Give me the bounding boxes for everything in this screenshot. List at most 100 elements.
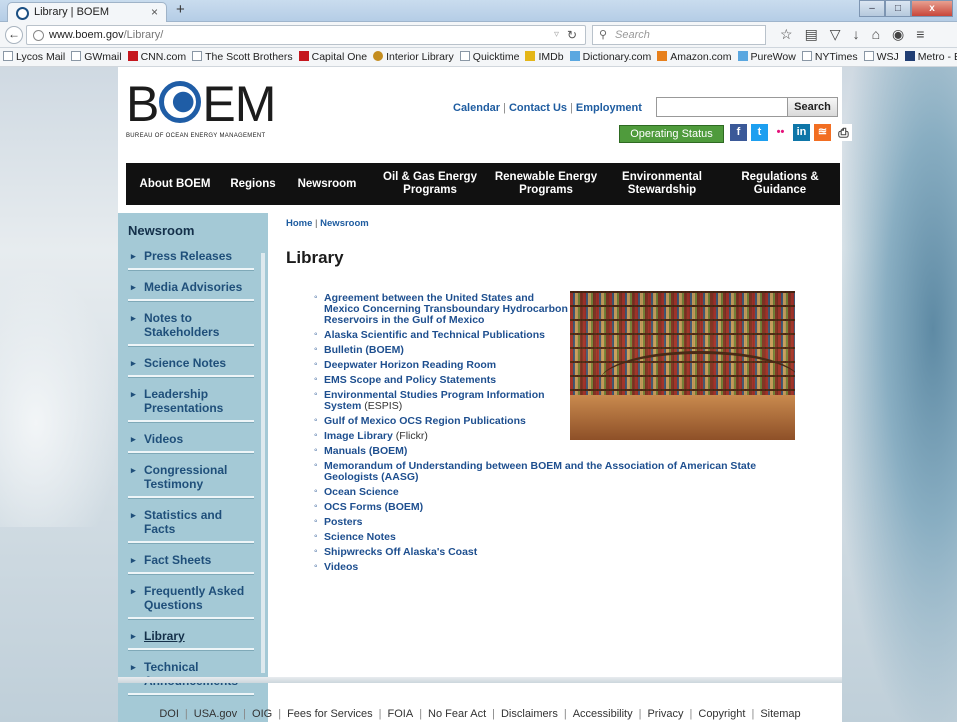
- print-icon[interactable]: ⎙: [835, 124, 852, 141]
- library-link[interactable]: Science Notes: [314, 531, 809, 543]
- reload-icon[interactable]: ↻: [567, 28, 577, 42]
- nav-renewable[interactable]: Renewable Energy Programs: [488, 163, 604, 205]
- bookmark-item[interactable]: Interior Library: [373, 51, 454, 63]
- bookmark-item[interactable]: Metro - Bus - Better Bus: [904, 51, 957, 63]
- facebook-icon[interactable]: f: [730, 124, 747, 141]
- bookmark-item[interactable]: NYTimes: [801, 51, 858, 63]
- library-link-text: OCS Forms (BOEM): [324, 501, 424, 513]
- bookmark-item[interactable]: Dictionary.com: [569, 51, 651, 63]
- bookmark-item[interactable]: Lycos Mail: [3, 51, 65, 63]
- bookmark-item[interactable]: IMDb: [525, 51, 564, 63]
- home-icon[interactable]: ⌂: [872, 26, 880, 43]
- download-icon[interactable]: ↓: [853, 26, 860, 43]
- sidebar-item-notes-to-stakeholders[interactable]: Notes to Stakeholders: [128, 305, 254, 346]
- rss-icon[interactable]: ≊: [814, 124, 831, 141]
- browser-tab[interactable]: Library | BOEM ×: [7, 2, 167, 23]
- tab-close-icon[interactable]: ×: [151, 5, 158, 19]
- nav-regulations[interactable]: Regulations & Guidance: [720, 163, 840, 205]
- site-search-input[interactable]: [656, 97, 788, 117]
- sidebar-item-technical-announcements[interactable]: Technical Announcements: [128, 654, 254, 695]
- bookmark-item[interactable]: Capital One: [298, 51, 367, 63]
- footer-link[interactable]: Disclaimers: [501, 708, 558, 720]
- flickr-icon[interactable]: ••: [772, 124, 789, 141]
- sidebar-item-leadership-presentations[interactable]: Leadership Presentations: [128, 381, 254, 422]
- cnn-icon: [127, 51, 138, 61]
- footer-link[interactable]: Copyright: [698, 708, 745, 720]
- footer-link[interactable]: DOI: [159, 708, 179, 720]
- footer-link[interactable]: Sitemap: [760, 708, 800, 720]
- back-arrow-icon[interactable]: ←: [5, 26, 23, 44]
- boem-logo[interactable]: B EM Bureau of Ocean Energy Management: [126, 79, 296, 139]
- pocket-icon[interactable]: ▽: [830, 26, 841, 43]
- bookmark-item[interactable]: GWmail: [71, 51, 122, 63]
- library-link[interactable]: Agreement between the United States and …: [314, 292, 572, 326]
- dropdown-arrow-icon[interactable]: ▿: [554, 29, 559, 40]
- new-tab-button[interactable]: +: [176, 1, 185, 18]
- footer-link[interactable]: Privacy: [647, 708, 683, 720]
- library-link[interactable]: OCS Forms (BOEM): [314, 501, 809, 513]
- sidebar-item-videos[interactable]: Videos: [128, 426, 254, 453]
- library-link[interactable]: Manuals (BOEM): [314, 445, 809, 457]
- library-link[interactable]: Memorandum of Understanding between BOEM…: [314, 460, 809, 483]
- chat-icon[interactable]: ◉: [892, 26, 904, 43]
- library-link[interactable]: Alaska Scientific and Technical Publicat…: [314, 329, 572, 341]
- breadcrumb-home[interactable]: Home: [286, 218, 312, 229]
- contact-us-link[interactable]: Contact Us: [509, 102, 567, 114]
- address-bar[interactable]: www.boem.gov/Library/ ▿ ↻: [26, 25, 586, 45]
- footer-link[interactable]: Accessibility: [573, 708, 633, 720]
- footer-link[interactable]: Fees for Services: [287, 708, 373, 720]
- sidebar-item-frequently-asked-questions[interactable]: Frequently Asked Questions: [128, 578, 254, 619]
- library-link[interactable]: Environmental Studies Program Informatio…: [314, 389, 572, 412]
- bookmark-item[interactable]: WSJ: [863, 51, 899, 63]
- browser-search-input[interactable]: ⚲ Search: [592, 25, 766, 45]
- site-search-button[interactable]: Search: [788, 97, 838, 117]
- operating-status-button[interactable]: Operating Status: [619, 125, 724, 143]
- nav-about-boem[interactable]: About BOEM: [126, 163, 224, 205]
- library-link[interactable]: Ocean Science: [314, 486, 809, 498]
- library-link[interactable]: Bulletin (BOEM): [314, 344, 572, 356]
- bookmark-item[interactable]: CNN.com: [127, 51, 186, 63]
- twitter-icon[interactable]: t: [751, 124, 768, 141]
- sidebar-item-statistics-and-facts[interactable]: Statistics and Facts: [128, 502, 254, 543]
- library-link-text: Videos: [324, 561, 359, 573]
- bookmark-item[interactable]: The Scott Brothers: [192, 51, 293, 63]
- footer-link[interactable]: FOIA: [388, 708, 414, 720]
- close-window-icon[interactable]: x: [911, 0, 953, 17]
- bookmark-star-icon[interactable]: ☆: [780, 26, 793, 43]
- calendar-link[interactable]: Calendar: [453, 102, 500, 114]
- footer-link[interactable]: USA.gov: [194, 708, 237, 720]
- sidebar-item-library[interactable]: Library: [128, 623, 254, 650]
- library-link[interactable]: Image Library (Flickr): [314, 430, 809, 442]
- url-host: www.boem.gov: [49, 29, 124, 41]
- nav-oil-gas[interactable]: Oil & Gas Energy Programs: [372, 163, 488, 205]
- maximize-icon[interactable]: □: [885, 0, 911, 17]
- nav-environmental[interactable]: Environmental Stewardship: [604, 163, 720, 205]
- sidebar-item-congressional-testimony[interactable]: Congressional Testimony: [128, 457, 254, 498]
- sidebar-item-science-notes[interactable]: Science Notes: [128, 350, 254, 377]
- bookmark-item[interactable]: Quicktime: [459, 51, 519, 63]
- nav-newsroom[interactable]: Newsroom: [282, 163, 372, 205]
- sidebar-item-press-releases[interactable]: Press Releases: [128, 243, 254, 270]
- footer-link[interactable]: OIG: [252, 708, 272, 720]
- sidebar-item-media-advisories[interactable]: Media Advisories: [128, 274, 254, 301]
- bookmark-item[interactable]: Amazon.com: [657, 51, 732, 63]
- sidebar-scrollbar[interactable]: [261, 253, 265, 673]
- menu-icon[interactable]: ≡: [916, 26, 924, 43]
- sidebar: Newsroom Press Releases Media Advisories N…: [118, 213, 268, 722]
- linkedin-icon[interactable]: in: [793, 124, 810, 141]
- breadcrumb-newsroom[interactable]: Newsroom: [320, 218, 369, 229]
- nav-regions[interactable]: Regions: [224, 163, 282, 205]
- library-link[interactable]: Videos: [314, 561, 809, 573]
- purewow-icon: [737, 51, 748, 61]
- library-link[interactable]: Posters: [314, 516, 809, 528]
- sidebar-item-fact-sheets[interactable]: Fact Sheets: [128, 547, 254, 574]
- footer-link[interactable]: No Fear Act: [428, 708, 486, 720]
- library-link[interactable]: Deepwater Horizon Reading Room: [314, 359, 572, 371]
- reading-list-icon[interactable]: ▤: [805, 26, 818, 43]
- bookmark-item[interactable]: PureWow: [737, 51, 796, 63]
- library-link[interactable]: Shipwrecks Off Alaska's Coast: [314, 546, 809, 558]
- library-link[interactable]: EMS Scope and Policy Statements: [314, 374, 572, 386]
- minimize-icon[interactable]: –: [859, 0, 885, 17]
- employment-link[interactable]: Employment: [576, 102, 642, 114]
- library-link[interactable]: Gulf of Mexico OCS Region Publications: [314, 415, 572, 427]
